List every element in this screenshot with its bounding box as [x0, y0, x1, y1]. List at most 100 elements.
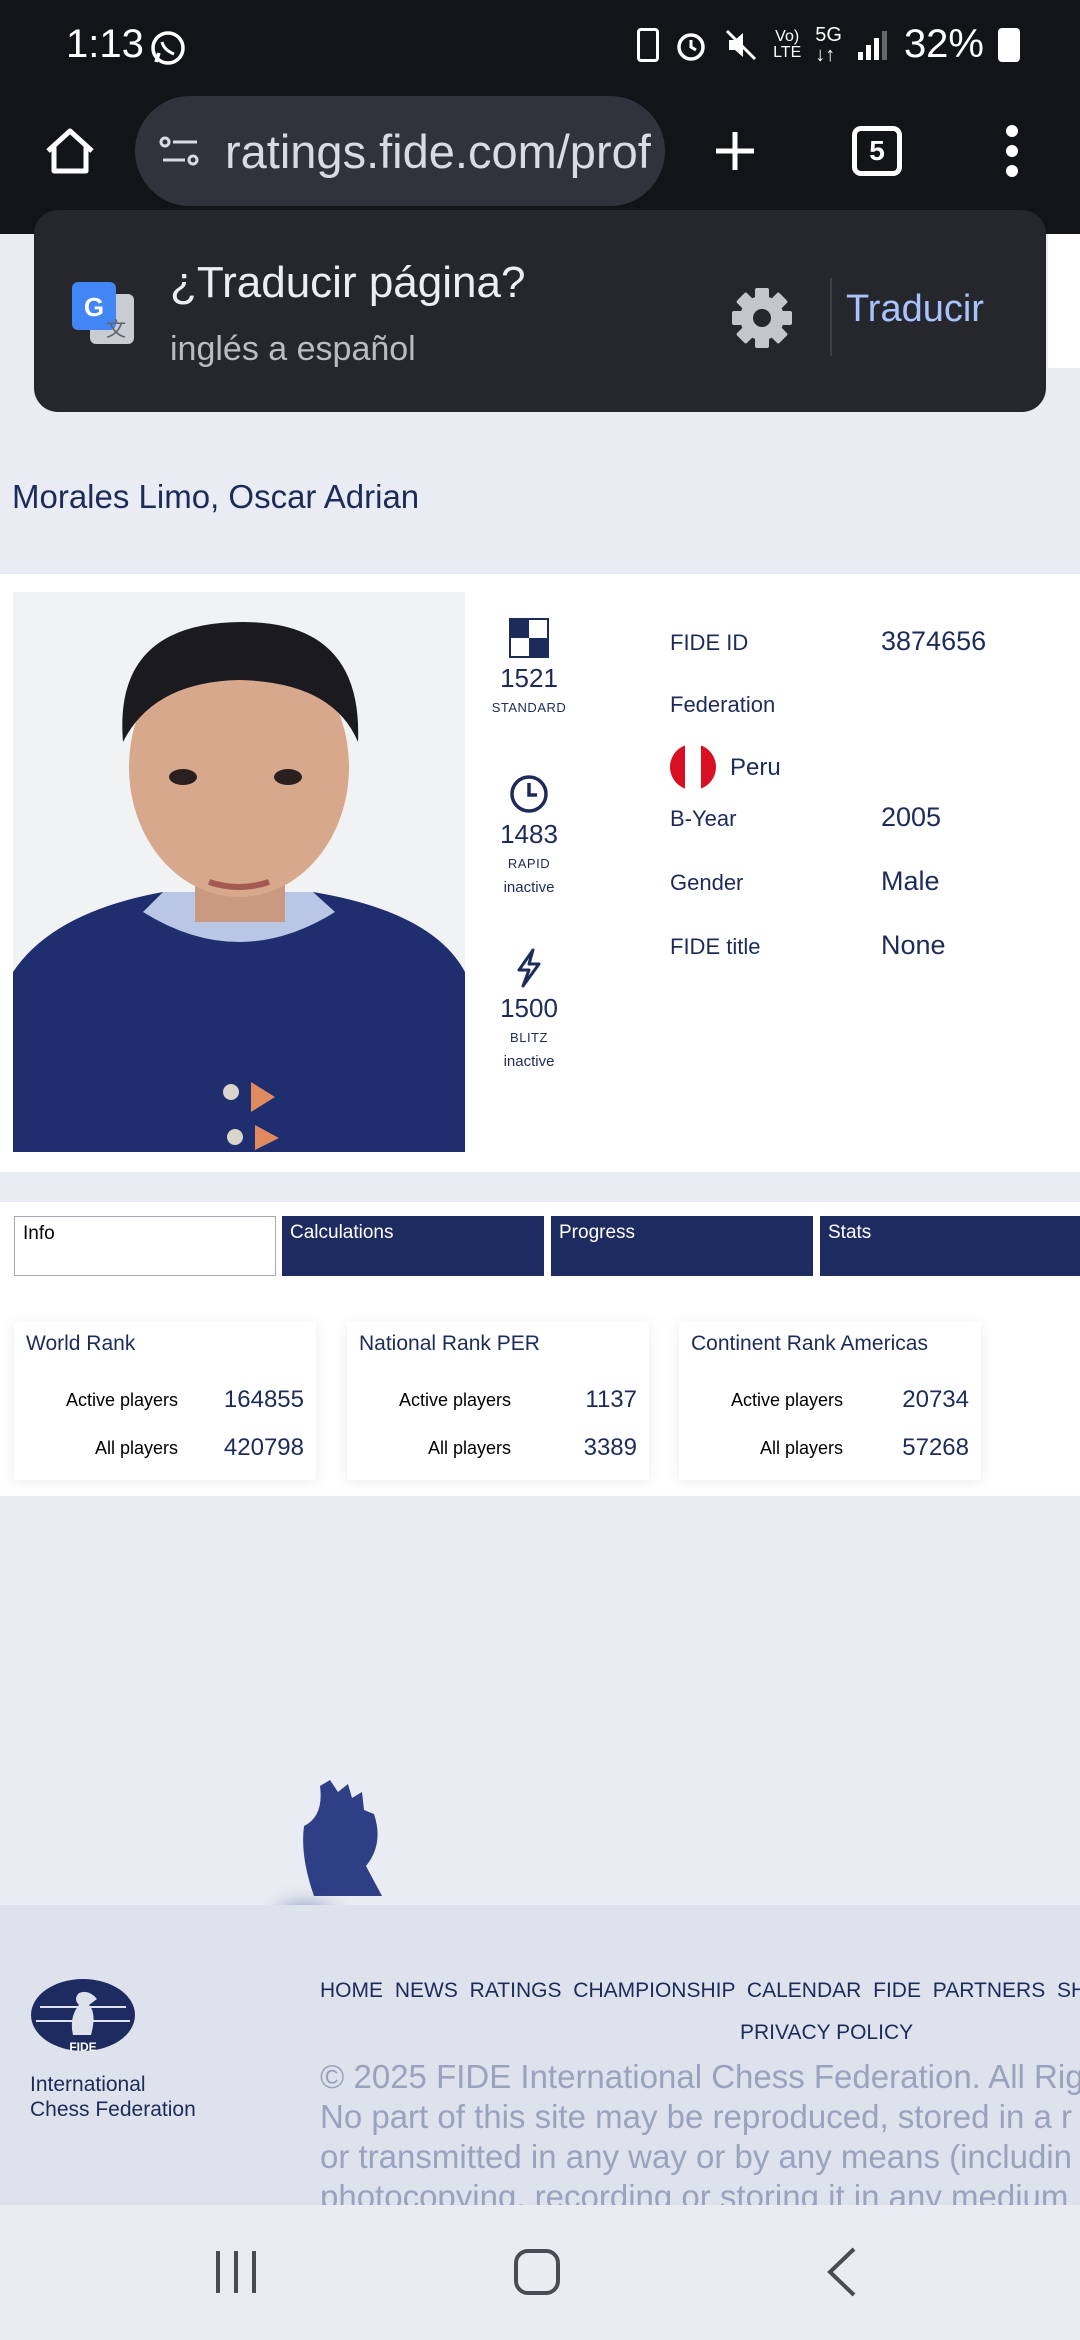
- menu-button[interactable]: [982, 96, 1042, 206]
- gender-label: Gender: [670, 870, 744, 895]
- player-name: Morales Limo, Oscar Adrian: [12, 478, 420, 515]
- battery-percent: 32%: [903, 22, 984, 66]
- plus-icon: [716, 132, 754, 170]
- address-bar[interactable]: ratings.fide.com/prof: [135, 96, 665, 206]
- tab-calculations[interactable]: Calculations: [282, 1216, 544, 1276]
- 5g-icon: 5G ↓↑: [815, 23, 842, 66]
- federation-label: Federation: [670, 692, 776, 717]
- rank-all-label: All players: [427, 1438, 511, 1458]
- lightning-icon: [517, 948, 541, 988]
- federation-value: Peru: [730, 754, 781, 781]
- rating-rapid: 1483 RAPID inactive: [476, 774, 582, 896]
- rank-all-label: All players: [94, 1438, 178, 1458]
- footer: FIDE International Chess Federation HOME…: [0, 1905, 1080, 2205]
- rank-all-value: 3389: [583, 1434, 637, 1461]
- fide-title-value: None: [881, 930, 946, 960]
- rating-blitz: 1500 BLITZ inactive: [476, 948, 582, 1070]
- tab-progress[interactable]: Progress: [551, 1216, 813, 1276]
- rank-active-label: Active players: [398, 1390, 511, 1410]
- copyright-line: photocopying, recording or storing it in…: [320, 2178, 1069, 2205]
- rating-status: inactive: [503, 1053, 555, 1070]
- clock-icon: [510, 775, 548, 813]
- volte-icon: Vo) LTE: [773, 27, 802, 61]
- rank-active-label: Active players: [65, 1390, 178, 1410]
- copyright-text: © 2025 FIDE International Chess Federati…: [320, 2057, 1080, 2205]
- tab-switcher-button[interactable]: 5: [842, 96, 912, 206]
- tab-info[interactable]: Info: [14, 1216, 276, 1276]
- url-text: ratings.fide.com/prof: [225, 124, 651, 178]
- org-name-line2: Chess Federation: [30, 2098, 196, 2121]
- rank-active-label: Active players: [730, 1390, 843, 1410]
- fide-logo-text: FIDE: [69, 2040, 96, 2054]
- gender-value: Male: [881, 866, 940, 896]
- profile-tabs: Info Calculations Progress Stats: [0, 1202, 1080, 1296]
- rank-active-value: 1137: [585, 1386, 637, 1413]
- rank-active-value: 164855: [223, 1386, 304, 1413]
- translate-button[interactable]: Traducir: [846, 288, 984, 331]
- world-rank-card: World Rank Active players 164855 All pla…: [14, 1322, 316, 1480]
- byear-value: 2005: [881, 802, 942, 832]
- rating-status: inactive: [503, 879, 555, 896]
- home-button[interactable]: [30, 96, 110, 206]
- fide-logo: FIDE: [31, 1979, 135, 2054]
- whatsapp-icon: [151, 31, 185, 65]
- rating-standard: 1521 STANDARD: [476, 618, 582, 715]
- svg-text:G: G: [84, 292, 104, 322]
- rank-all-label: All players: [759, 1438, 843, 1458]
- tab-count: 5: [852, 126, 902, 176]
- player-photo: [13, 592, 465, 1152]
- svg-text:文: 文: [106, 317, 126, 341]
- tab-stats[interactable]: Stats: [820, 1216, 1080, 1276]
- mute-icon: [726, 29, 757, 60]
- rank-title: Continent Rank Americas: [691, 1332, 928, 1355]
- rank-all-value: 57268: [902, 1434, 969, 1461]
- google-translate-icon: G 文: [72, 282, 134, 344]
- more-vert-icon: [1006, 125, 1018, 177]
- site-settings-icon: [159, 136, 199, 166]
- new-tab-button[interactable]: [700, 96, 770, 206]
- battery-icon: [998, 27, 1020, 62]
- back-icon[interactable]: [824, 2245, 860, 2299]
- rating-label: BLITZ: [510, 1030, 548, 1045]
- peru-flag-icon: [670, 744, 716, 790]
- translate-title: ¿Traducir página?: [170, 258, 526, 307]
- copyright-line: or transmitted in any way or by any mean…: [320, 2138, 1073, 2175]
- system-nav-bar: [0, 2205, 1080, 2340]
- copyright-line: No part of this site may be reproduced, …: [320, 2098, 1073, 2135]
- rating-value: 1521: [500, 663, 558, 693]
- profile-card: 1521 STANDARD 1483 RAPID inactive 1500 B…: [0, 574, 1080, 1172]
- rank-title: National Rank PER: [359, 1332, 540, 1355]
- translate-bar: G 文 ¿Traducir página? inglés a español T…: [34, 210, 1046, 412]
- privacy-policy-link[interactable]: PRIVACY POLICY: [740, 2021, 913, 2045]
- rank-title: World Rank: [26, 1332, 136, 1355]
- fide-id-label: FIDE ID: [670, 630, 749, 655]
- translate-subtitle[interactable]: inglés a español: [170, 330, 416, 369]
- home-icon: [46, 128, 94, 174]
- status-icons: Vo) LTE 5G ↓↑ 32%: [637, 22, 1020, 67]
- home-nav-icon[interactable]: [512, 2247, 562, 2297]
- rating-value: 1500: [500, 993, 558, 1023]
- national-rank-card: National Rank PER Active players 1137 Al…: [347, 1322, 649, 1480]
- gear-icon[interactable]: [728, 284, 796, 352]
- fide-id-value: 3874656: [881, 626, 987, 656]
- copyright-line: © 2025 FIDE International Chess Federati…: [320, 2058, 1080, 2095]
- signal-icon: [857, 30, 887, 60]
- rank-active-value: 20734: [902, 1386, 969, 1413]
- recents-icon[interactable]: [212, 2249, 260, 2295]
- status-time: 1:13: [66, 22, 144, 66]
- alarm-icon: [677, 32, 705, 61]
- rank-section: World Rank Active players 164855 All pla…: [0, 1296, 1080, 1496]
- continent-rank-card: Continent Rank Americas Active players 2…: [679, 1322, 981, 1480]
- page-edge: [1048, 234, 1080, 368]
- chessboard-icon: [509, 618, 549, 658]
- rating-label: RAPID: [507, 856, 551, 871]
- footer-nav[interactable]: HOME NEWS RATINGS CHAMPIONSHIP CALENDAR …: [320, 1979, 1080, 2003]
- translate-divider: [830, 278, 832, 356]
- rating-label: STANDARD: [491, 700, 567, 715]
- battery-saver-icon: [637, 27, 660, 62]
- rank-all-value: 420798: [223, 1434, 304, 1461]
- org-name-line1: International: [30, 2073, 146, 2096]
- rating-value: 1483: [500, 819, 558, 849]
- fide-title-label: FIDE title: [670, 934, 761, 959]
- status-bar: 1:13 Vo) LTE 5G ↓↑ 32%: [0, 0, 1080, 96]
